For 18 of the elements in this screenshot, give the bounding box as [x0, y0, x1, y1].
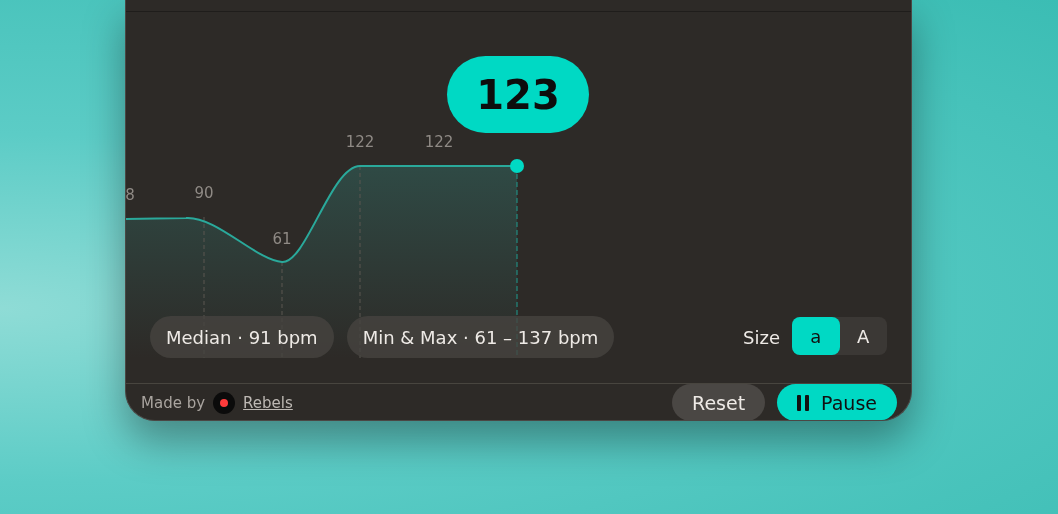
stat-chip: Median · 91 bpm	[150, 316, 334, 358]
point-label: 122	[345, 133, 375, 151]
point-label: 122	[424, 133, 454, 151]
size-option[interactable]: A	[839, 317, 887, 355]
point-label: 61	[272, 230, 292, 248]
current-point-icon	[510, 159, 524, 173]
current-bpm: 123	[447, 56, 589, 133]
point-label: 8	[126, 186, 135, 204]
made-by-text: Made by	[141, 393, 206, 412]
point-label: 90	[194, 184, 214, 202]
author-link[interactable]: Rebels	[243, 393, 293, 412]
reset-button[interactable]: Reset	[672, 384, 766, 420]
stat-chip: Min & Max · 61 – 137 bpm	[346, 316, 615, 358]
pause-icon	[797, 394, 810, 411]
logo-icon	[213, 391, 236, 414]
size-option[interactable]: a	[792, 317, 840, 355]
size-label: Size	[743, 326, 780, 348]
pause-button[interactable]: Pause	[777, 384, 897, 420]
